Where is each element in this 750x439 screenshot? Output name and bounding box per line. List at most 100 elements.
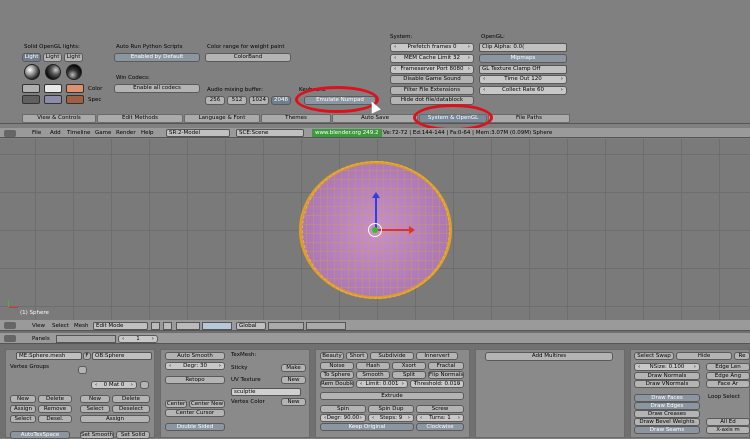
buttons-window-type-icon[interactable] <box>4 335 16 342</box>
colorband-button[interactable]: ColorBand <box>205 53 291 62</box>
vertex-color-new-button[interactable]: New <box>281 398 306 406</box>
double-sided-button[interactable]: Double Sided <box>165 423 225 431</box>
turns-field[interactable]: Turns: 1 <box>416 414 464 422</box>
spin-dup-button[interactable]: Spin Dup <box>368 405 414 413</box>
select-swap-button[interactable]: Select Swap <box>634 352 674 360</box>
scene-select[interactable]: SCE:Scene <box>236 129 304 137</box>
material-index-field[interactable]: 0 Mat 0 <box>91 381 137 389</box>
draw-type-icon[interactable] <box>151 322 160 330</box>
fractal-button[interactable]: Fractal <box>428 362 464 370</box>
uv-texture-new-button[interactable]: New <box>281 376 306 384</box>
reveal-button[interactable]: Re <box>734 352 750 360</box>
split-button[interactable]: Split <box>392 371 426 379</box>
material-menu-button[interactable] <box>140 381 149 389</box>
menu-timeline[interactable]: Timeline <box>67 128 90 138</box>
threshold-field[interactable]: Threshold: 0.010 <box>410 380 464 388</box>
limit-field[interactable]: Limit: 0.001 <box>356 380 408 388</box>
manipulator-mode-icons[interactable] <box>202 322 232 330</box>
auto-run-button[interactable]: Enabled by Default <box>114 53 200 62</box>
draw-faces-button[interactable]: Draw Faces <box>634 394 700 402</box>
draw-edges-button[interactable]: Draw Edges <box>634 402 700 410</box>
x-axis-manipulator[interactable] <box>377 229 411 231</box>
spin-button[interactable]: Spin <box>320 405 366 413</box>
audio-256-button[interactable]: 256 <box>205 96 225 105</box>
vgroup-remove-button[interactable]: Remove <box>38 405 72 413</box>
tab-file-paths[interactable]: File Paths <box>488 114 570 123</box>
prefetch-field[interactable]: Prefetch frames 0 <box>390 43 474 52</box>
light-3-ball-icon[interactable] <box>66 64 82 80</box>
hash-button[interactable]: Hash <box>356 362 390 370</box>
vertex-group-menu-button[interactable] <box>78 366 87 374</box>
beauty-button[interactable]: Beauty <box>320 352 344 360</box>
disable-sound-button[interactable]: Disable Game Sound <box>390 75 474 84</box>
mipmaps-button[interactable]: Mipmaps <box>479 54 567 63</box>
tab-view-controls[interactable]: View & Controls <box>22 114 96 123</box>
menu-help[interactable]: Help <box>141 128 154 138</box>
fake-user-button[interactable]: F <box>83 352 91 360</box>
center-new-button[interactable]: Center New <box>189 400 225 408</box>
draw-seams-button[interactable]: Draw Seams <box>634 426 700 434</box>
spin-degr-field[interactable]: Degr: 90.00 <box>320 414 366 422</box>
material-new-button[interactable]: New <box>80 395 110 403</box>
innervert-button[interactable]: Innervert <box>416 352 458 360</box>
light-2-color-swatch[interactable] <box>44 84 62 93</box>
orientation-select[interactable]: Global <box>236 322 266 330</box>
light-1-color-swatch[interactable] <box>22 84 40 93</box>
window-type-icon[interactable] <box>4 130 16 137</box>
tab-edit-methods[interactable]: Edit Methods <box>97 114 183 123</box>
light-1-ball-icon[interactable] <box>24 64 40 80</box>
noise-button[interactable]: Noise <box>320 362 354 370</box>
clockwise-button[interactable]: Clockwise <box>416 423 464 431</box>
draw-normals-button[interactable]: Draw Normals <box>634 372 700 380</box>
menu-panels[interactable]: Panels <box>32 334 50 344</box>
mode-select[interactable]: Edit Mode <box>93 322 148 330</box>
material-select-button[interactable]: Select <box>80 405 110 413</box>
material-assign-button[interactable]: Assign <box>80 415 150 423</box>
context-icons[interactable] <box>56 335 116 343</box>
tab-language-font[interactable]: Language & Font <box>184 114 260 123</box>
mem-cache-field[interactable]: MEM Cache Limit 32 <box>390 54 474 63</box>
menu-game[interactable]: Game <box>95 128 111 138</box>
light-3-button[interactable]: Light <box>64 53 83 62</box>
mesh-name-field[interactable]: ME:Sphere.mesh <box>16 352 82 360</box>
hide-button[interactable]: Hide <box>676 352 732 360</box>
loop-select-label[interactable]: Loop Select <box>708 393 740 401</box>
center-button[interactable]: Center <box>165 400 187 408</box>
auto-smooth-degr-field[interactable]: Degr: 30 <box>165 362 225 370</box>
enable-codecs-button[interactable]: Enable all codecs <box>114 84 200 93</box>
light-3-color-swatch[interactable] <box>66 84 84 93</box>
draw-creases-button[interactable]: Draw Creases <box>634 410 700 418</box>
all-edges-button[interactable]: All Ed <box>706 418 750 426</box>
vgroup-assign-button[interactable]: Assign <box>10 405 36 413</box>
edge-len-button[interactable]: Edge Len <box>706 363 750 371</box>
tab-auto-save[interactable]: Auto Save <box>332 114 418 123</box>
light-2-ball-icon[interactable] <box>45 64 61 80</box>
short-button[interactable]: Short <box>346 352 368 360</box>
light-1-button[interactable]: Light <box>22 53 41 62</box>
material-delete-button[interactable]: Delete <box>112 395 150 403</box>
menu-render[interactable]: Render <box>116 128 136 138</box>
draw-vnormals-button[interactable]: Draw VNormals <box>634 380 700 388</box>
smooth-button[interactable]: Smooth <box>356 371 390 379</box>
to-sphere-button[interactable]: To Sphere <box>320 371 354 379</box>
auto-smooth-button[interactable]: Auto Smooth <box>165 352 225 360</box>
light-3-spec-swatch[interactable] <box>66 95 84 104</box>
vgroup-new-button[interactable]: New <box>10 395 36 403</box>
steps-field[interactable]: Steps: 9 <box>368 414 414 422</box>
layer-buttons[interactable] <box>268 322 304 330</box>
menu-mesh[interactable]: Mesh <box>74 321 88 331</box>
menu-file[interactable]: File <box>32 128 41 138</box>
view3d-window-type-icon[interactable] <box>4 322 16 329</box>
x-axis-arrow-icon[interactable] <box>409 226 415 234</box>
light-1-spec-swatch[interactable] <box>22 95 40 104</box>
clip-alpha-field[interactable]: Clip Alpha: 0.0( <box>479 43 567 52</box>
filter-ext-button[interactable]: Filter File Extensions <box>390 86 474 95</box>
add-multires-button[interactable]: Add Multires <box>485 352 613 361</box>
audio-2048-button[interactable]: 2048 <box>271 96 291 105</box>
object-name-field[interactable]: OB:Sphere <box>92 352 152 360</box>
time-out-field[interactable]: Time Out 120 <box>479 75 567 84</box>
screw-button[interactable]: Screw <box>416 405 464 413</box>
menu-view[interactable]: View <box>32 321 45 331</box>
pivot-icon[interactable] <box>163 322 172 330</box>
extrude-button[interactable]: Extrude <box>320 392 464 400</box>
